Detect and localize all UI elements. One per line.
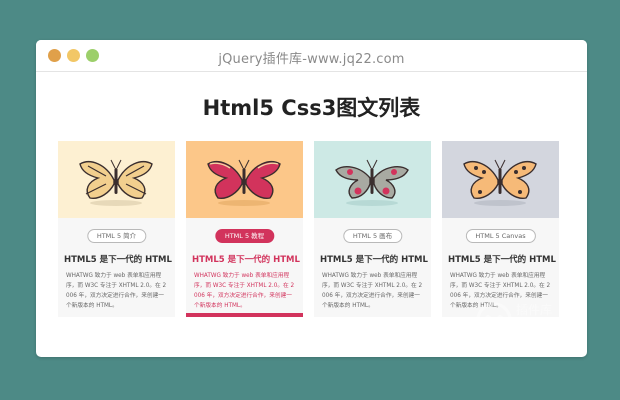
card-title: HTML5 是下一代的 HTML xyxy=(64,255,172,265)
tag-badge[interactable]: HTML 5 画布 xyxy=(342,229,403,243)
card-description: WHATWG 致力于 web 表单和应用程序，而 W3C 专注于 XHTML 2… xyxy=(66,273,167,309)
card-html5-intro[interactable]: HTML 5 简介 HTML5 是下一代的 HTML WHATWG 致力于 we… xyxy=(58,141,175,317)
window-titlebar: jQuery插件库-www.jq22.com xyxy=(36,40,587,72)
watermark-cn: 插件库 xyxy=(516,302,552,317)
card-html5-canvas[interactable]: HTML 5 Canvas HTML5 是下一代的 HTML WHATWG 致力… xyxy=(442,141,559,317)
tag-badge[interactable]: HTML 5 教程 xyxy=(214,229,275,243)
card-image xyxy=(58,141,175,218)
window-title: jQuery插件库-www.jq22.com xyxy=(218,52,405,67)
card-title: HTML5 是下一代的 HTML xyxy=(192,255,300,265)
card-image xyxy=(186,141,303,218)
butterfly-icon xyxy=(207,159,281,206)
jquery-logo-watermark: 插件库 jQuery xyxy=(476,302,582,345)
card-image xyxy=(442,141,559,218)
butterfly-icon xyxy=(463,159,537,206)
tag-badge[interactable]: HTML 5 Canvas xyxy=(465,229,536,243)
butterfly-icon xyxy=(79,159,153,206)
page-title: Html5 Css3图文列表 xyxy=(202,96,421,120)
card-image xyxy=(314,141,431,218)
card-description: WHATWG 致力于 web 表单和应用程序，而 W3C 专注于 XHTML 2… xyxy=(194,273,295,309)
active-indicator-bar xyxy=(186,313,303,317)
card-html5-canvas-cn[interactable]: HTML 5 画布 HTML5 是下一代的 HTML WHATWG 致力于 we… xyxy=(314,141,431,317)
watermark-brand: jQuery xyxy=(507,321,582,345)
card-description: WHATWG 致力于 web 表单和应用程序，而 W3C 专注于 XHTML 2… xyxy=(322,273,423,309)
tag-badge[interactable]: HTML 5 简介 xyxy=(86,229,147,243)
moth-icon xyxy=(335,159,409,206)
card-html5-tutorial[interactable]: HTML 5 教程 HTML5 是下一代的 HTML WHATWG 致力于 we… xyxy=(186,141,303,317)
card-title: HTML5 是下一代的 HTML xyxy=(448,255,556,265)
card-title: HTML5 是下一代的 HTML xyxy=(320,255,428,265)
